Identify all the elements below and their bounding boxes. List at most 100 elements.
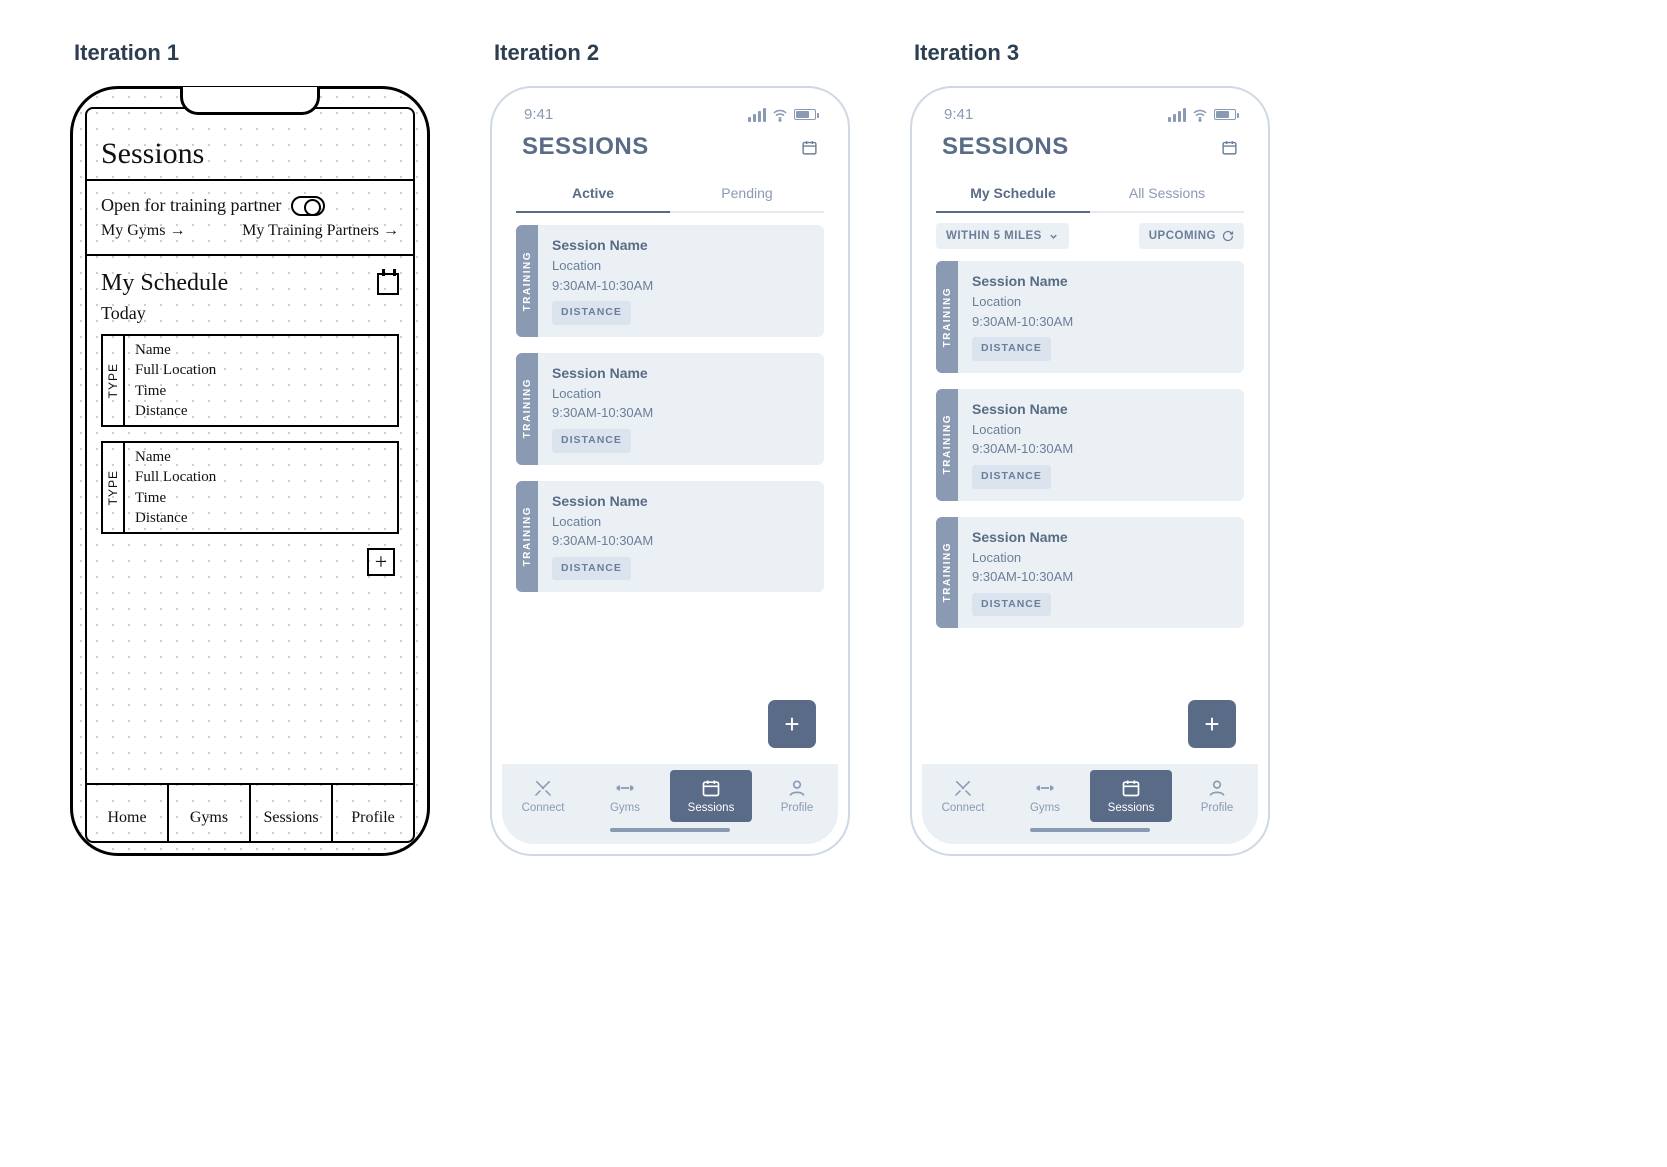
nav-sessions-label: Sessions bbox=[688, 802, 735, 814]
card-distance: DISTANCE bbox=[972, 465, 1051, 489]
nav-profile-label: Profile bbox=[781, 802, 814, 814]
card-distance: DISTANCE bbox=[552, 429, 631, 453]
sketch-session-card[interactable]: TYPE Name Full Location Time Distance bbox=[101, 334, 399, 427]
sketch-tabbar: Home Gyms Sessions Profile bbox=[87, 783, 413, 841]
card-name: Session Name bbox=[972, 271, 1073, 292]
session-card[interactable]: TRAINING Session Name Location 9:30AM-10… bbox=[516, 353, 824, 465]
sketch-schedule-title: My Schedule bbox=[101, 270, 228, 297]
sketch-phone: Sessions Open for training partner My Gy… bbox=[70, 86, 430, 856]
sketch-toggle[interactable] bbox=[291, 196, 325, 216]
status-bar: 9:41 bbox=[922, 98, 1258, 125]
phone-iteration-3: 9:41 SESSIONS My Schedule All Sessions W… bbox=[910, 86, 1270, 856]
filter-distance[interactable]: WITHIN 5 MILES bbox=[936, 223, 1069, 249]
nav-sessions[interactable]: Sessions bbox=[1090, 770, 1172, 822]
sort-upcoming[interactable]: UPCOMING bbox=[1139, 223, 1244, 249]
status-bar: 9:41 bbox=[502, 98, 838, 125]
calendar-icon bbox=[1121, 778, 1141, 798]
refresh-icon bbox=[1222, 230, 1234, 242]
card-time: 9:30AM-10:30AM bbox=[552, 403, 653, 423]
card-tag: TRAINING bbox=[942, 414, 953, 474]
card-tag: TRAINING bbox=[522, 251, 533, 311]
session-card[interactable]: TRAINING Session Name Location 9:30AM-10… bbox=[936, 517, 1244, 629]
sketch-nav-profile[interactable]: Profile bbox=[333, 785, 413, 841]
card-tag: TRAINING bbox=[942, 287, 953, 347]
card-location: Location bbox=[552, 256, 653, 276]
session-card[interactable]: TRAINING Session Name Location 9:30AM-10… bbox=[936, 261, 1244, 373]
card-time: 9:30AM-10:30AM bbox=[972, 312, 1073, 332]
nav-gyms-label: Gyms bbox=[610, 802, 640, 814]
nav-profile-label: Profile bbox=[1201, 802, 1234, 814]
calendar-icon[interactable] bbox=[1221, 139, 1238, 156]
nav-connect[interactable]: Connect bbox=[502, 770, 584, 822]
tab-all-sessions[interactable]: All Sessions bbox=[1090, 175, 1244, 213]
sketch-card-location: Full Location bbox=[135, 467, 216, 487]
calendar-icon[interactable] bbox=[377, 273, 399, 295]
sketch-nav-gyms[interactable]: Gyms bbox=[169, 785, 251, 841]
sketch-today-label: Today bbox=[101, 303, 399, 324]
battery-icon bbox=[1214, 109, 1236, 120]
nav-profile[interactable]: Profile bbox=[756, 770, 838, 822]
swords-icon bbox=[533, 778, 553, 798]
nav-sessions[interactable]: Sessions bbox=[670, 770, 752, 822]
filter-distance-label: WITHIN 5 MILES bbox=[946, 230, 1042, 242]
sketch-card-name: Name bbox=[135, 447, 216, 467]
sketch-card-name: Name bbox=[135, 340, 216, 360]
sketch-my-gyms-link[interactable]: My Gyms bbox=[101, 222, 185, 240]
session-card[interactable]: TRAINING Session Name Location 9:30AM-10… bbox=[516, 225, 824, 337]
tab-pending[interactable]: Pending bbox=[670, 175, 824, 213]
dumbbell-icon bbox=[1035, 778, 1055, 798]
card-time: 9:30AM-10:30AM bbox=[972, 439, 1073, 459]
sketch-card-location: Full Location bbox=[135, 360, 216, 380]
card-distance: DISTANCE bbox=[552, 301, 631, 325]
battery-icon bbox=[794, 109, 816, 120]
card-time: 9:30AM-10:30AM bbox=[552, 276, 653, 296]
sketch-card-distance: Distance bbox=[135, 401, 216, 421]
nav-profile[interactable]: Profile bbox=[1176, 770, 1258, 822]
card-time: 9:30AM-10:30AM bbox=[552, 531, 653, 551]
nav-connect[interactable]: Connect bbox=[922, 770, 1004, 822]
sketch-card-tag: TYPE bbox=[106, 363, 120, 398]
session-card[interactable]: TRAINING Session Name Location 9:30AM-10… bbox=[516, 481, 824, 593]
nav-gyms[interactable]: Gyms bbox=[584, 770, 666, 822]
calendar-icon[interactable] bbox=[801, 139, 818, 156]
nav-connect-label: Connect bbox=[522, 802, 565, 814]
sketch-session-card[interactable]: TYPE Name Full Location Time Distance bbox=[101, 441, 399, 534]
wifi-icon bbox=[772, 107, 788, 123]
sketch-add-button[interactable]: + bbox=[367, 548, 395, 576]
card-location: Location bbox=[972, 548, 1073, 568]
page-title: SESSIONS bbox=[942, 133, 1069, 161]
dumbbell-icon bbox=[615, 778, 635, 798]
tabbar: Connect Gyms Sessions Profile bbox=[502, 764, 838, 844]
sketch-toggle-label: Open for training partner bbox=[101, 195, 281, 216]
tab-my-schedule[interactable]: My Schedule bbox=[936, 175, 1090, 213]
card-name: Session Name bbox=[552, 363, 653, 384]
tab-active[interactable]: Active bbox=[516, 175, 670, 213]
sketch-nav-sessions[interactable]: Sessions bbox=[251, 785, 333, 841]
home-indicator bbox=[610, 828, 730, 832]
sketch-my-partners-link[interactable]: My Training Partners bbox=[242, 222, 399, 240]
card-name: Session Name bbox=[552, 235, 653, 256]
chevron-down-icon bbox=[1048, 231, 1059, 242]
swords-icon bbox=[953, 778, 973, 798]
add-session-button[interactable]: + bbox=[768, 700, 816, 748]
home-indicator bbox=[1030, 828, 1150, 832]
nav-sessions-label: Sessions bbox=[1108, 802, 1155, 814]
add-session-button[interactable]: + bbox=[1188, 700, 1236, 748]
sketch-card-distance: Distance bbox=[135, 508, 216, 528]
card-tag: TRAINING bbox=[522, 378, 533, 438]
sketch-nav-home[interactable]: Home bbox=[87, 785, 169, 841]
card-location: Location bbox=[972, 420, 1073, 440]
card-location: Location bbox=[972, 292, 1073, 312]
card-tag: TRAINING bbox=[522, 506, 533, 566]
card-distance: DISTANCE bbox=[972, 593, 1051, 617]
sketch-title: Sessions bbox=[101, 137, 399, 171]
signal-icon bbox=[1168, 108, 1186, 122]
tabbar: Connect Gyms Sessions Profile bbox=[922, 764, 1258, 844]
card-name: Session Name bbox=[972, 399, 1073, 420]
nav-gyms[interactable]: Gyms bbox=[1004, 770, 1086, 822]
session-card[interactable]: TRAINING Session Name Location 9:30AM-10… bbox=[936, 389, 1244, 501]
nav-gyms-label: Gyms bbox=[1030, 802, 1060, 814]
card-distance: DISTANCE bbox=[552, 557, 631, 581]
profile-icon bbox=[787, 778, 807, 798]
card-name: Session Name bbox=[972, 527, 1073, 548]
